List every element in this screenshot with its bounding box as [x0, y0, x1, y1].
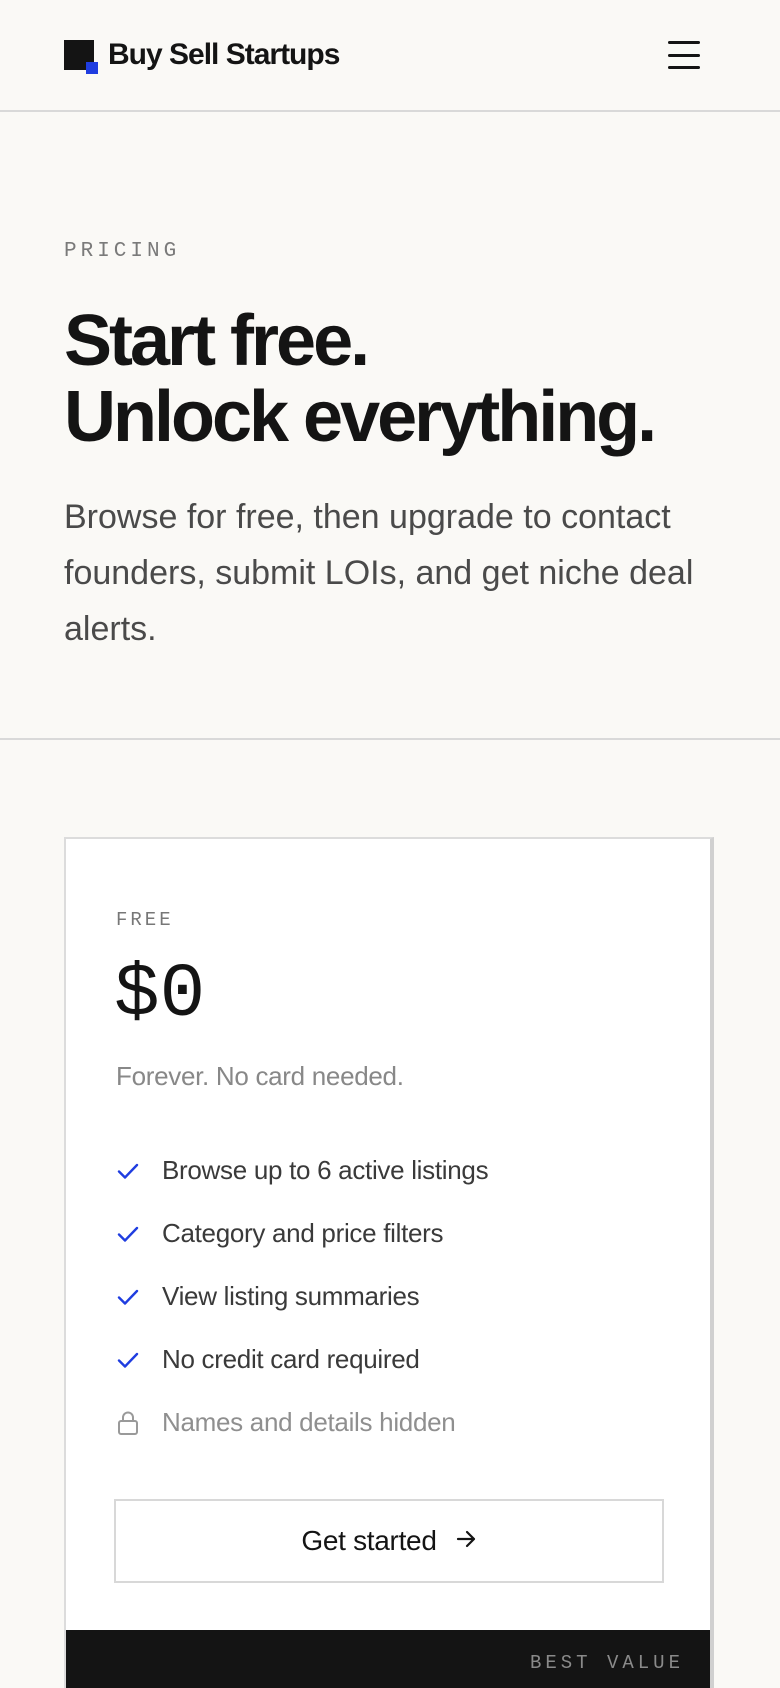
feature-label: Category and price filters [162, 1218, 444, 1248]
get-started-label: Get started [301, 1525, 437, 1556]
free-plan-card: FREE $0 Forever. No card needed. Browse … [64, 837, 714, 1688]
check-icon [114, 1157, 142, 1185]
plan-tier-label: FREE [116, 909, 174, 931]
site-header: Buy Sell Startups [0, 0, 780, 112]
feature-label: No credit card required [162, 1344, 420, 1374]
hero-subtitle: Browse for free, then upgrade to contact… [64, 498, 694, 648]
feature-list: Browse up to 6 active listings Category … [114, 1139, 489, 1454]
feature-item: Category and price filters [114, 1202, 488, 1265]
feature-item: Browse up to 6 active listings [114, 1139, 489, 1202]
feature-item: No credit card required [114, 1328, 488, 1391]
best-value-badge: BEST VALUE [529, 1652, 684, 1674]
feature-label: Browse up to 6 active listings [162, 1155, 489, 1185]
feature-item-locked: Names and details hidden [114, 1391, 488, 1454]
feature-label: View listing summaries [162, 1281, 420, 1311]
headline-line-2: Unlock everything. [64, 377, 657, 457]
headline-line-1: Start free. [64, 301, 370, 381]
hamburger-menu-icon[interactable] [668, 41, 700, 69]
plan-price-note: Forever. No card needed. [116, 1061, 404, 1091]
brand-name: Buy Sell Startups [108, 38, 340, 71]
logo-icon [64, 40, 98, 74]
check-icon [114, 1220, 142, 1248]
check-icon [114, 1346, 142, 1374]
get-started-button[interactable]: Get started [114, 1499, 664, 1583]
check-icon [114, 1283, 142, 1311]
plan-price: $0 [114, 952, 206, 1038]
feature-item: View listing summaries [114, 1265, 488, 1328]
feature-label: Names and details hidden [162, 1407, 456, 1437]
section-eyebrow: PRICING [64, 240, 181, 263]
lock-icon [114, 1409, 142, 1437]
pro-plan-card-top: BEST VALUE [66, 1630, 710, 1688]
brand[interactable]: Buy Sell Startups [64, 38, 340, 74]
pricing-hero: PRICING Start free. Unlock everything. B… [0, 112, 780, 740]
arrow-right-icon [455, 1525, 477, 1557]
page-title: Start free. Unlock everything. [64, 303, 716, 455]
